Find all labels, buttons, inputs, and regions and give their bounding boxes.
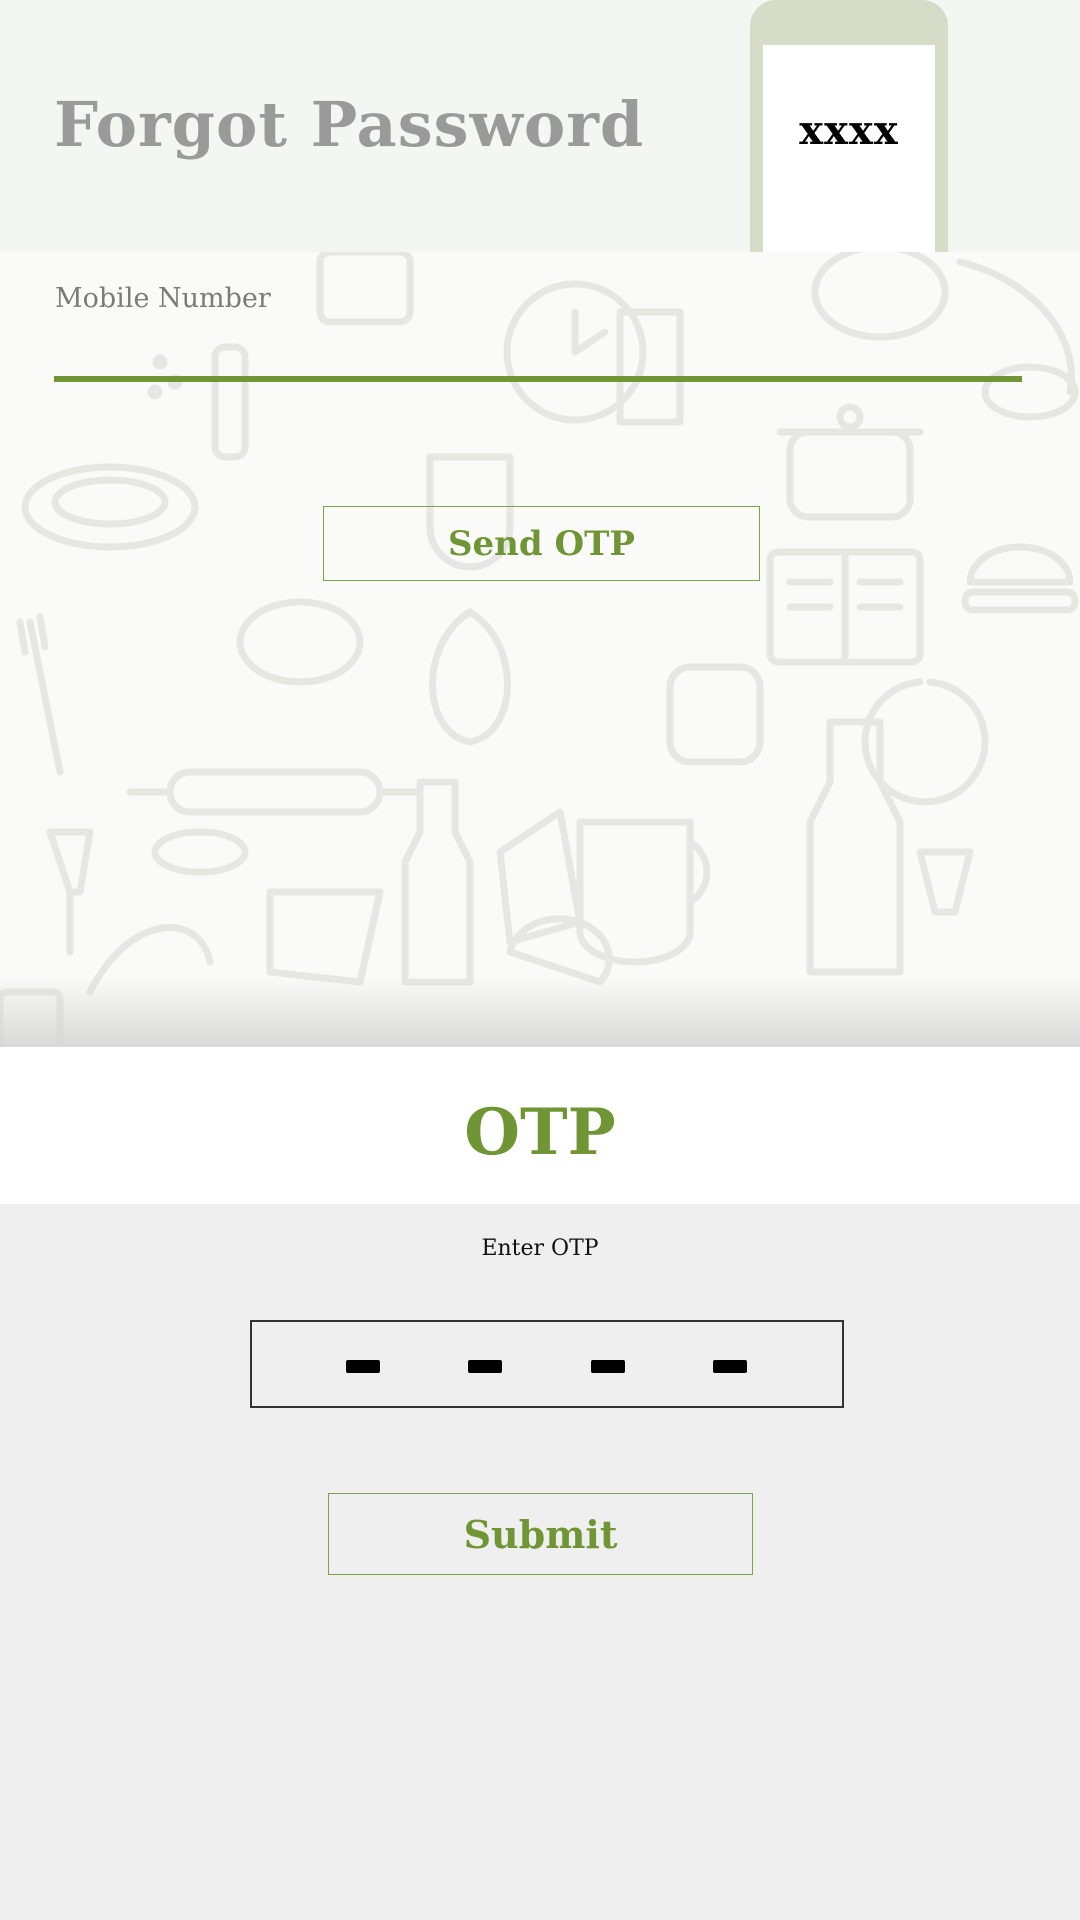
otp-title: OTP xyxy=(464,1095,616,1170)
pattern-fade xyxy=(0,977,1080,1047)
otp-header-band: OTP xyxy=(0,1047,1080,1204)
enter-otp-label: Enter OTP xyxy=(481,1236,599,1261)
phone-illustration-icon: xxxx xyxy=(750,0,948,252)
submit-button[interactable]: Submit xyxy=(328,1493,753,1575)
phone-code: xxxx xyxy=(799,107,899,154)
header: Forgot Password xxxx xyxy=(0,0,1080,252)
otp-digit-2[interactable] xyxy=(468,1360,502,1373)
otp-digit-3[interactable] xyxy=(591,1360,625,1373)
otp-input-box[interactable] xyxy=(250,1320,844,1408)
page-title: Forgot Password xyxy=(54,88,645,161)
send-otp-button[interactable]: Send OTP xyxy=(323,506,760,581)
mobile-number-label: Mobile Number xyxy=(55,283,271,314)
mobile-number-input[interactable] xyxy=(54,318,1022,382)
otp-digit-4[interactable] xyxy=(713,1360,747,1373)
phone-screen: xxxx xyxy=(763,45,935,252)
otp-digit-1[interactable] xyxy=(346,1360,380,1373)
